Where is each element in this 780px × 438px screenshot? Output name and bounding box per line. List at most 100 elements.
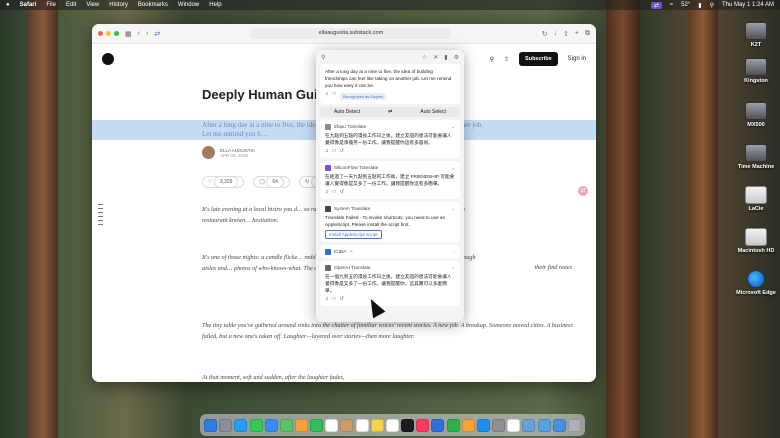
pin-icon[interactable]: ⚲ [321, 54, 325, 61]
outline-lines[interactable] [98, 204, 103, 228]
wifi-icon[interactable]: ≈ [670, 2, 673, 8]
chevron-down-icon[interactable]: ⌄ [451, 205, 455, 212]
menu-help[interactable]: Help [209, 2, 221, 8]
menu-app-name[interactable]: Safari [20, 2, 37, 8]
menu-edit[interactable]: Edit [66, 2, 76, 8]
microsoft-edge-icon[interactable]: Microsoft Edge [726, 270, 780, 296]
dock-reminders-icon[interactable] [355, 418, 369, 432]
chevron-down-icon[interactable]: ⌄ [451, 123, 455, 130]
service-name[interactable]: System Translate [334, 205, 370, 212]
dock-pages-icon[interactable] [461, 418, 475, 432]
author-name[interactable]: ELLA AUGUSTIA [220, 148, 255, 153]
dock-finder-icon[interactable] [204, 418, 218, 432]
weather-status[interactable]: 52° [681, 2, 690, 8]
new-tab-icon[interactable]: + [575, 30, 579, 37]
download-icon[interactable]: ↓ [554, 30, 558, 37]
dock-contacts-icon[interactable] [340, 418, 354, 432]
close-icon[interactable]: ✕ [433, 54, 438, 61]
apple-icon[interactable]: ● [6, 2, 10, 8]
dock-mail-icon[interactable] [264, 418, 278, 432]
search-icon[interactable]: ⚲ [710, 2, 714, 9]
back-icon[interactable]: ‹ [138, 30, 140, 37]
chevron-down-icon[interactable]: ⌄ [451, 264, 455, 271]
translate-menu-icon[interactable]: ⇄ [650, 1, 662, 9]
copy-icon[interactable]: □ [333, 189, 336, 196]
star-icon[interactable]: ☆ [422, 54, 427, 61]
drive-mx500-icon[interactable]: MX500 [726, 102, 780, 128]
dock-settings-icon[interactable] [492, 418, 506, 432]
speaker-icon[interactable]: ♫ [325, 189, 329, 196]
dock-numbers-icon[interactable] [446, 418, 460, 432]
dock-preview-icon[interactable] [522, 418, 536, 432]
translate-float-icon[interactable]: ⇄ [578, 186, 588, 196]
dock-launchpad-icon[interactable] [219, 418, 233, 432]
dock-photos-icon[interactable] [295, 418, 309, 432]
site-logo[interactable] [102, 53, 114, 65]
dock-trash-icon[interactable] [567, 418, 581, 432]
swap-languages-icon[interactable]: ⇄ [388, 109, 392, 115]
address-bar[interactable]: ellaaugustia.substack.com [250, 28, 451, 39]
bookmark-icon[interactable]: ▮ [444, 54, 447, 61]
settings-icon[interactable]: ⚙ [454, 54, 459, 61]
service-name[interactable]: ICIBA [334, 248, 346, 255]
dock-keynote-icon[interactable] [431, 418, 445, 432]
from-language-select[interactable]: Auto Detect [334, 109, 360, 115]
menu-view[interactable]: View [86, 2, 99, 8]
translate-page-icon[interactable]: ⇄ [154, 30, 160, 38]
avatar[interactable] [202, 146, 215, 159]
replace-icon[interactable]: ↺ [340, 148, 344, 155]
share-icon[interactable]: ⇧ [504, 56, 509, 63]
close-window-button[interactable] [98, 31, 103, 36]
dock-music-icon[interactable] [416, 418, 430, 432]
replace-icon[interactable]: ↺ [340, 189, 344, 196]
drive-k2t-icon[interactable]: K2T [726, 22, 780, 48]
sign-in-link[interactable]: Sign in [568, 56, 586, 62]
menu-file[interactable]: File [46, 2, 56, 8]
dock-safari-icon[interactable] [234, 418, 248, 432]
speaker-icon[interactable]: ♫ [325, 148, 329, 155]
menu-history[interactable]: History [109, 2, 128, 8]
dock-maps-icon[interactable] [279, 418, 293, 432]
dock-documents-icon[interactable] [537, 418, 551, 432]
speaker-icon[interactable]: ♫ [325, 91, 329, 100]
dock-calendar-icon[interactable] [325, 418, 339, 432]
dock-downloads-icon[interactable] [552, 418, 566, 432]
drive-kingston-icon[interactable]: Kingston [726, 58, 780, 84]
service-name[interactable]: OpenAI Translate [334, 264, 370, 271]
search-icon[interactable]: ⚲ [490, 56, 494, 63]
dock-app-store-icon[interactable] [476, 418, 490, 432]
dock-textedit-icon[interactable] [507, 418, 521, 432]
reload-icon[interactable]: ↻ [542, 30, 548, 38]
forward-icon[interactable]: › [146, 30, 148, 37]
zoom-window-button[interactable] [114, 31, 119, 36]
clock[interactable]: Thu May 1 1:24 AM [722, 2, 774, 8]
drive-lacie-icon[interactable]: LaCie [726, 186, 780, 212]
install-applescript-button[interactable]: Install AppleScript Script [325, 230, 382, 239]
share-icon[interactable]: ⇧ [563, 30, 569, 38]
sidebar-toggle-icon[interactable]: ▦ [125, 30, 132, 38]
replace-icon[interactable]: ↺ [340, 296, 344, 303]
subscribe-button[interactable]: Subscribe [519, 52, 558, 66]
speaker-icon[interactable]: ♫ [325, 296, 329, 303]
dock-messages-icon[interactable] [249, 418, 263, 432]
source-text[interactable]: After a long day at a nine to five, the … [325, 68, 455, 89]
dock-notes-icon[interactable] [370, 418, 384, 432]
menu-window[interactable]: Window [178, 2, 199, 8]
battery-icon[interactable]: ▮ [698, 2, 701, 9]
chevron-down-icon[interactable]: ⌄ [451, 164, 455, 171]
copy-icon[interactable]: □ [333, 148, 336, 155]
service-name[interactable]: SiliconFlow Translate [334, 164, 378, 171]
copy-icon[interactable]: □ [333, 91, 336, 100]
translation-text[interactable]: 在一個九到五的漫長工作日之後，建立友誼的想法可能會讓人覺得像是又多了一份工作。讓… [325, 273, 455, 294]
drive-macintosh-hd-icon[interactable]: Macintosh HD [726, 228, 780, 254]
tab-overview-icon[interactable]: ⧉ [585, 30, 590, 38]
menu-bookmarks[interactable]: Bookmarks [138, 2, 168, 8]
chevron-right-icon[interactable]: › [453, 248, 455, 255]
source-text-box[interactable]: After a long day at a nine to five, the … [320, 64, 460, 104]
minimize-window-button[interactable] [106, 31, 111, 36]
like-button[interactable]: ♡ 3,329 [202, 176, 245, 188]
translation-text[interactable]: 在經過了一天九點到五點的工作後，建立 FRIENDSHIP 可能會讓人覺得像是又… [325, 173, 455, 187]
dock-freeform-icon[interactable] [385, 418, 399, 432]
drive-time-machine-icon[interactable]: Time Machine [726, 144, 780, 170]
to-language-select[interactable]: Auto Select [420, 109, 446, 115]
